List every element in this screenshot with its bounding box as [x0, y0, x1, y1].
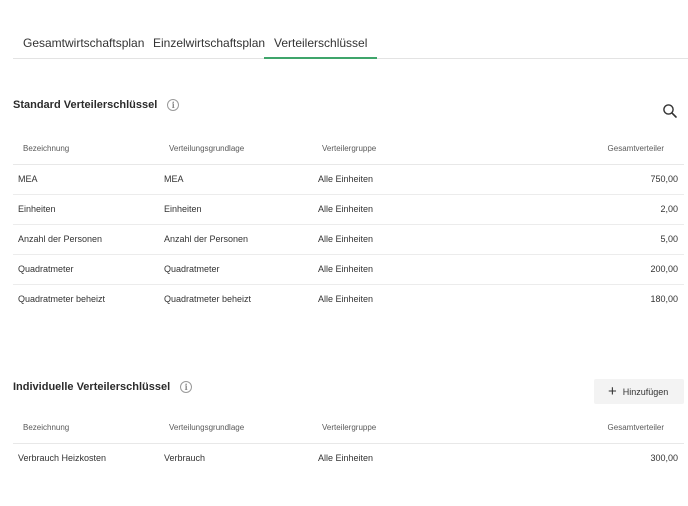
table-header: Bezeichnung Verteilungsgrundlage Verteil… [13, 134, 684, 165]
tab-bar: Gesamtwirtschaftsplan Einzelwirtschaftsp… [13, 28, 688, 59]
column-header-bezeichnung[interactable]: Bezeichnung [23, 423, 69, 432]
add-button-label: Hinzufügen [622, 386, 669, 397]
cell-gesamt: 5,00 [660, 234, 678, 244]
plus-icon: + [608, 383, 617, 400]
table-row[interactable]: MEA MEA Alle Einheiten 750,00 [13, 165, 684, 195]
cell-grundlage: Quadratmeter [164, 264, 220, 274]
individual-table: Bezeichnung Verteilungsgrundlage Verteil… [13, 413, 684, 473]
column-header-gesamtverteiler[interactable]: Gesamtverteiler [608, 144, 664, 153]
cell-bezeichnung: Quadratmeter beheizt [18, 294, 106, 304]
cell-grundlage: Quadratmeter beheizt [164, 294, 252, 304]
tab-gesamtwirtschaftsplan[interactable]: Gesamtwirtschaftsplan [23, 36, 144, 50]
table-row[interactable]: Anzahl der Personen Anzahl der Personen … [13, 225, 684, 255]
cell-bezeichnung: Einheiten [18, 204, 56, 214]
cell-gruppe: Alle Einheiten [318, 174, 374, 184]
cell-grundlage: Anzahl der Personen [164, 234, 249, 244]
cell-gruppe: Alle Einheiten [318, 453, 374, 463]
column-header-gesamtverteiler[interactable]: Gesamtverteiler [608, 423, 664, 432]
cell-bezeichnung: Quadratmeter [18, 264, 74, 274]
tab-verteilerschluessel[interactable]: Verteilerschlüssel [263, 36, 378, 59]
standard-table: Bezeichnung Verteilungsgrundlage Verteil… [13, 134, 684, 314]
table-row[interactable]: Verbrauch Heizkosten Verbrauch Alle Einh… [13, 444, 684, 473]
table-header: Bezeichnung Verteilungsgrundlage Verteil… [13, 413, 684, 444]
individual-title-text: Individuelle Verteilerschlüssel [13, 381, 171, 393]
cell-gesamt: 2,00 [660, 204, 678, 214]
cell-gruppe: Alle Einheiten [318, 204, 374, 214]
cell-grundlage: Verbrauch [164, 453, 206, 463]
info-icon[interactable]: i [167, 99, 180, 111]
cell-gesamt: 300,00 [650, 453, 678, 463]
search-icon [663, 104, 677, 118]
info-icon[interactable]: i [180, 381, 193, 393]
cell-bezeichnung: Verbrauch Heizkosten [18, 453, 107, 463]
table-row[interactable]: Einheiten Einheiten Alle Einheiten 2,00 [13, 195, 684, 225]
column-header-verteilungsgrundlage[interactable]: Verteilungsgrundlage [169, 423, 244, 432]
cell-grundlage: Einheiten [164, 204, 202, 214]
cell-gruppe: Alle Einheiten [318, 264, 374, 274]
column-header-bezeichnung[interactable]: Bezeichnung [23, 144, 69, 153]
search-button[interactable] [662, 103, 678, 119]
standard-section-title: Standard Verteilerschlüssel i [13, 99, 180, 111]
cell-gesamt: 180,00 [650, 294, 678, 304]
cell-gruppe: Alle Einheiten [318, 294, 374, 304]
standard-title-text: Standard Verteilerschlüssel [13, 99, 158, 111]
cell-grundlage: MEA [164, 174, 184, 184]
individual-section-title: Individuelle Verteilerschlüssel i [13, 381, 193, 393]
cell-gesamt: 750,00 [650, 174, 678, 184]
add-button[interactable]: + Hinzufügen [594, 379, 684, 404]
cell-bezeichnung: Anzahl der Personen [18, 234, 103, 244]
column-header-verteilergruppe[interactable]: Verteilergruppe [322, 144, 376, 153]
cell-bezeichnung: MEA [18, 174, 38, 184]
cell-gruppe: Alle Einheiten [318, 234, 374, 244]
table-row[interactable]: Quadratmeter beheizt Quadratmeter beheiz… [13, 285, 684, 314]
table-row[interactable]: Quadratmeter Quadratmeter Alle Einheiten… [13, 255, 684, 285]
column-header-verteilungsgrundlage[interactable]: Verteilungsgrundlage [169, 144, 244, 153]
column-header-verteilergruppe[interactable]: Verteilergruppe [322, 423, 376, 432]
cell-gesamt: 200,00 [650, 264, 678, 274]
tab-einzelwirtschaftsplan[interactable]: Einzelwirtschaftsplan [153, 36, 265, 50]
